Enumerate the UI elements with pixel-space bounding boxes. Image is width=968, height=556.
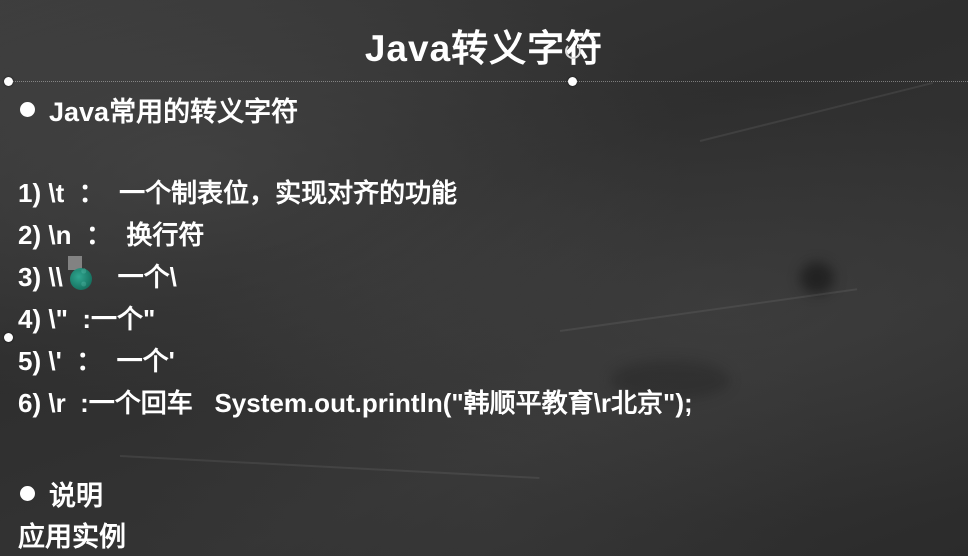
chalk-streak <box>699 81 934 142</box>
section-heading-text: Java常用的转义字符 <box>49 97 299 127</box>
list-item: 4) \" :一个" <box>18 304 156 334</box>
bullet-icon <box>20 486 35 501</box>
resize-handle-top-left[interactable] <box>4 77 13 86</box>
chalk-streak <box>119 455 540 479</box>
bullet-icon <box>20 102 35 117</box>
rotate-icon[interactable] <box>565 43 581 59</box>
slide-title: Java转义字符 <box>364 28 604 69</box>
list-item: 3) \\ ： 一个\ <box>18 262 177 292</box>
escape-character-list: 1) \t ： 一个制表位，实现对齐的功能 2) \n ： 换行符 3) \\ … <box>18 172 693 424</box>
resize-handle-top-center[interactable] <box>568 77 577 86</box>
list-item: 5) \' ： 一个' <box>18 346 175 376</box>
mouse-cursor-icon <box>70 268 92 290</box>
section-heading: Java常用的转义字符 <box>20 90 298 129</box>
resize-handle-middle-left[interactable] <box>4 333 13 342</box>
example-label: 应用实例 <box>18 522 126 552</box>
list-item: 6) \r :一个回车 System.out.println("韩顺平教育\r北… <box>18 388 693 418</box>
list-item: 1) \t ： 一个制表位，实现对齐的功能 <box>18 178 458 208</box>
slide: { "slide": { "title": "Java转义字符", "secti… <box>0 0 968 556</box>
list-item: 2) \n ： 换行符 <box>18 220 205 250</box>
note-heading-text: 说明 <box>49 481 103 511</box>
note-heading: 说明 <box>20 474 103 513</box>
chalk-smudge <box>800 262 834 294</box>
text-box-selection-border <box>8 81 968 82</box>
